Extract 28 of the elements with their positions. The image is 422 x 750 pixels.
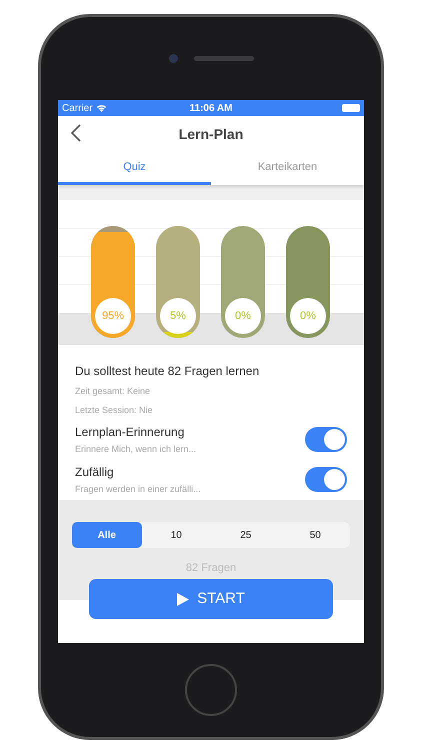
- segment[interactable]: 10: [142, 522, 211, 548]
- summary-detail: Letzte Session: Nie: [75, 404, 154, 416]
- toggle-switch[interactable]: [305, 466, 347, 492]
- segment[interactable]: 25: [211, 522, 280, 548]
- segment[interactable]: 50: [280, 522, 350, 548]
- page-title: Lern-Plan: [178, 124, 244, 144]
- setting-subtitle: Erinnere Mich, wenn ich lern...: [75, 443, 196, 456]
- setting-title: Zufällig: [75, 464, 115, 480]
- percent-label: 5%: [170, 308, 186, 324]
- tab[interactable]: Karteikarten: [211, 152, 364, 185]
- play-icon: [177, 592, 190, 606]
- clock: 11:06 AM: [190, 102, 232, 116]
- percent-label: 0%: [235, 308, 251, 324]
- summary-detail: Zeit gesamt: Keine: [75, 385, 152, 398]
- setting-title: Lernplan-Erinnerung: [75, 424, 186, 441]
- percent-label: 95%: [102, 308, 124, 324]
- setting-subtitle: Fragen werden in einer zufälli...: [75, 482, 201, 496]
- back-button[interactable]: [70, 124, 82, 142]
- speaker-icon: [194, 56, 254, 61]
- toggle-switch[interactable]: [305, 427, 347, 452]
- start-button[interactable]: START: [89, 579, 333, 619]
- segment[interactable]: Alle: [72, 522, 142, 548]
- percent-label: 0%: [300, 308, 316, 324]
- camera-icon: [168, 54, 178, 63]
- summary-title: Du solltest heute 82 Fragen lernen: [75, 363, 260, 380]
- wifi-icon: [96, 104, 107, 112]
- battery-icon: [342, 104, 360, 112]
- carrier-label: Carrier: [62, 102, 93, 116]
